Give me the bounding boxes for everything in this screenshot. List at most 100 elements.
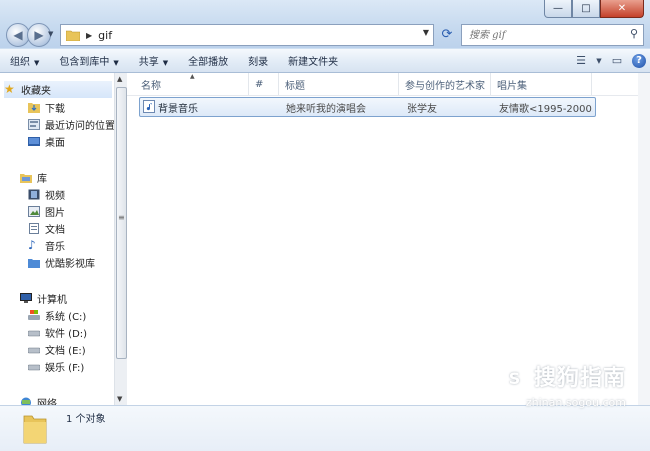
system-drive-icon xyxy=(28,310,40,320)
nav-downloads[interactable]: 下载 xyxy=(28,99,65,116)
address-dropdown-icon[interactable]: ▼ xyxy=(423,28,429,37)
column-title[interactable]: 标题 xyxy=(279,73,399,95)
address-bar[interactable]: ▶ gif ▼ xyxy=(60,24,434,46)
scrollbar-thumb[interactable] xyxy=(116,87,127,359)
desktop-icon xyxy=(28,137,40,146)
nav-videos-label: 视频 xyxy=(45,191,65,202)
scroll-up-icon[interactable]: ▲ xyxy=(117,75,122,83)
drive-icon xyxy=(28,364,40,371)
nav-drive-e[interactable]: 文档 (E:) xyxy=(28,341,86,358)
track-number xyxy=(258,98,278,116)
window-controls: — □ ✕ xyxy=(544,0,644,18)
organize-label: 组织 xyxy=(10,57,30,68)
share-menu[interactable]: 共享 ▼ xyxy=(129,53,178,68)
view-dropdown[interactable]: ▼ xyxy=(592,49,606,72)
scroll-grip-icon: ≡ xyxy=(118,213,125,222)
watermark: S 搜狗指南 zhinan.sogou.com xyxy=(499,360,626,409)
include-in-library-menu[interactable]: 包含到库中 ▼ xyxy=(49,53,128,68)
play-all-button[interactable]: 全部播放 xyxy=(178,53,238,68)
search-input[interactable] xyxy=(467,28,621,42)
nav-recent[interactable]: 最近访问的位置 xyxy=(28,116,114,133)
view-controls: ☰ ▼ ▭ ? xyxy=(570,49,650,72)
document-icon xyxy=(29,223,39,234)
refresh-button[interactable]: ⟳ xyxy=(436,24,458,44)
pictures-icon xyxy=(28,206,40,217)
nav-desktop[interactable]: 桌面 xyxy=(28,133,65,150)
column-album[interactable]: 唱片集 xyxy=(491,73,592,95)
nav-recent-label: 最近访问的位置 xyxy=(45,121,114,132)
sogou-logo-icon: S xyxy=(499,364,530,394)
watermark-brand-text: 搜狗指南 xyxy=(533,366,626,391)
new-folder-button[interactable]: 新建文件夹 xyxy=(278,53,348,68)
nav-pictures[interactable]: 图片 xyxy=(28,203,65,220)
folder-icon xyxy=(66,30,80,41)
nav-network[interactable]: 网络 xyxy=(20,394,57,405)
search-icon[interactable]: ⚲ xyxy=(630,27,638,40)
nav-drive-d-label: 软件 (D:) xyxy=(45,329,88,340)
nav-drive-f[interactable]: 娱乐 (F:) xyxy=(28,358,84,375)
nav-downloads-label: 下载 xyxy=(45,104,65,115)
include-in-library-label: 包含到库中 xyxy=(59,57,110,68)
preview-pane-button[interactable]: ▭ xyxy=(606,49,628,72)
nav-drive-c[interactable]: 系统 (C:) xyxy=(28,307,86,324)
column-name[interactable]: 名称 xyxy=(135,73,249,95)
search-box[interactable]: ⚲ xyxy=(461,24,644,46)
music-file-icon xyxy=(143,100,155,113)
navigation-scrollbar[interactable]: ▲ ≡ ▼ xyxy=(114,73,127,405)
back-arrow-icon: ◀ xyxy=(13,28,23,42)
organize-menu[interactable]: 组织 ▼ xyxy=(0,53,49,68)
column-artist[interactable]: 参与创作的艺术家 xyxy=(399,73,491,95)
explorer-window: — □ ✕ ◀ ▶ ▼ ▶ gif ▼ ⟳ ⚲ 组织 ▼ xyxy=(0,0,650,451)
nav-computer-label: 计算机 xyxy=(37,295,67,306)
nav-libraries[interactable]: 库 xyxy=(20,169,47,186)
breadcrumb-gif[interactable]: gif xyxy=(98,29,112,42)
scroll-down-icon[interactable]: ▼ xyxy=(117,395,122,403)
maximize-button[interactable]: □ xyxy=(572,0,600,18)
nav-drive-d[interactable]: 软件 (D:) xyxy=(28,324,87,341)
details-view-icon: ☰ xyxy=(576,54,586,67)
column-headers: ▲ 名称 # 标题 参与创作的艺术家 唱片集 xyxy=(127,73,638,96)
nav-drive-e-label: 文档 (E:) xyxy=(45,346,86,357)
library-icon xyxy=(20,174,32,183)
nav-drive-c-label: 系统 (C:) xyxy=(45,312,87,323)
title-bar: — □ ✕ ◀ ▶ ▼ ▶ gif ▼ ⟳ ⚲ xyxy=(0,0,650,48)
nav-libraries-label: 库 xyxy=(37,174,47,185)
help-button[interactable]: ? xyxy=(628,49,650,72)
star-icon: ★ xyxy=(4,82,15,96)
nav-music[interactable]: ♪ 音乐 xyxy=(28,237,65,254)
nav-favorites[interactable]: ★ 收藏夹 xyxy=(4,81,112,98)
track-artist: 张学友 xyxy=(407,103,437,115)
preview-pane-icon: ▭ xyxy=(611,54,623,67)
nav-pictures-label: 图片 xyxy=(45,208,65,219)
close-button[interactable]: ✕ xyxy=(600,0,644,18)
drive-icon xyxy=(28,347,40,354)
breadcrumb-separator-icon[interactable]: ▶ xyxy=(86,31,92,40)
network-icon xyxy=(21,397,31,405)
computer-icon xyxy=(20,293,32,303)
column-number[interactable]: # xyxy=(249,73,279,95)
folder-icon xyxy=(23,415,47,444)
content-scrollbar-track xyxy=(638,73,650,405)
nav-youku-label: 优酷影视库 xyxy=(45,259,95,270)
nav-network-label: 网络 xyxy=(37,399,57,405)
nav-music-label: 音乐 xyxy=(45,242,65,253)
nav-drive-f-label: 娱乐 (F:) xyxy=(45,363,85,374)
downloads-folder-icon xyxy=(28,103,40,113)
nav-computer[interactable]: 计算机 xyxy=(20,290,67,307)
navigation-pane: ★ 收藏夹 下载 最近访问的位置 桌面 库 视频 图片 文档 ♪ 音乐 优酷影视… xyxy=(0,73,114,405)
nav-favorites-label: 收藏夹 xyxy=(21,86,51,97)
nav-videos[interactable]: 视频 xyxy=(28,186,65,203)
file-name: 背景音乐 xyxy=(158,103,198,115)
view-options-button[interactable]: ☰ xyxy=(570,49,592,72)
watermark-brand: S 搜狗指南 xyxy=(499,360,626,394)
nav-youku[interactable]: 优酷影视库 xyxy=(28,254,95,271)
minimize-button[interactable]: — xyxy=(544,0,572,18)
nav-documents[interactable]: 文档 xyxy=(28,220,65,237)
video-icon xyxy=(28,189,40,200)
burn-button[interactable]: 刻录 xyxy=(238,53,278,68)
chevron-down-icon: ▼ xyxy=(162,59,169,67)
table-row[interactable]: 背景音乐 她来听我的演唱会 张学友 友情歌<1995-2000... xyxy=(139,97,596,117)
track-title: 她来听我的演唱会 xyxy=(286,103,366,115)
recent-pages-dropdown[interactable]: ▼ xyxy=(48,30,53,38)
chevron-down-icon: ▼ xyxy=(596,56,602,65)
